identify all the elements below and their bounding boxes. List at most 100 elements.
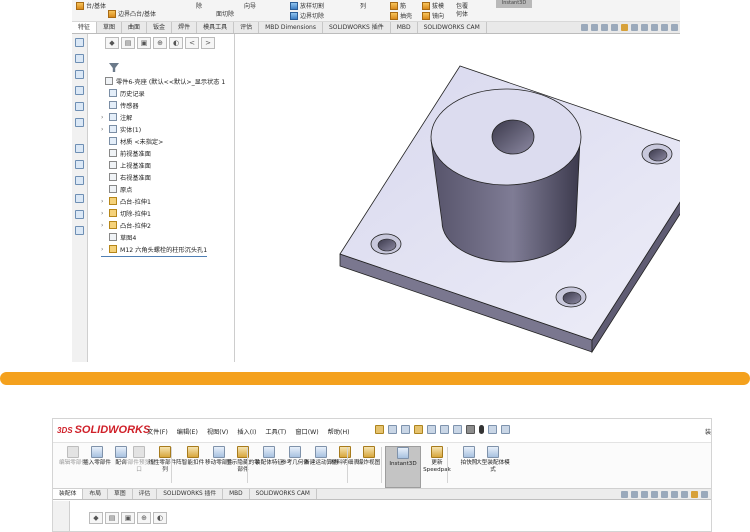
edit-appearance-icon[interactable]: [661, 24, 668, 31]
display-style-icon[interactable]: [641, 24, 648, 31]
monitor-icon[interactable]: [671, 24, 678, 31]
scroll-right-icon[interactable]: >: [201, 37, 215, 49]
task-icon[interactable]: [75, 70, 84, 79]
tab-evaluate[interactable]: 评估: [234, 22, 260, 33]
dimxpert-tab-icon[interactable]: ⊕: [153, 37, 167, 49]
task-icon[interactable]: [75, 210, 84, 219]
scroll-left-icon[interactable]: <: [185, 37, 199, 49]
display-manager-tab-icon[interactable]: ◐: [153, 512, 167, 524]
menu-help[interactable]: 帮助(H): [328, 427, 350, 436]
expand-arrow-icon[interactable]: ›: [101, 114, 106, 121]
tab-mbd[interactable]: MBD: [391, 22, 418, 33]
previous-view-icon[interactable]: [601, 24, 608, 31]
dimxpert-tab-icon[interactable]: ⊕: [137, 512, 151, 524]
tree-node[interactable]: 材质 <未指定>: [101, 135, 233, 147]
undo-icon[interactable]: [453, 425, 462, 434]
view-orientation-icon[interactable]: [661, 491, 668, 498]
tree-node[interactable]: 历史记录: [101, 87, 233, 99]
ribbon-item[interactable]: 放样切割: [290, 1, 324, 10]
ribbon-item[interactable]: 列: [360, 1, 366, 10]
tree-node[interactable]: 原点: [101, 183, 233, 195]
tree-node[interactable]: 上视基准面: [101, 159, 233, 171]
tree-node[interactable]: › M12 六角头螺栓的柱形沉头孔1: [101, 243, 233, 255]
ribbon-item[interactable]: 镜向: [422, 11, 444, 20]
zoom-area-icon[interactable]: [591, 24, 598, 31]
tab-sketch[interactable]: 草图: [97, 22, 123, 33]
section-view-icon[interactable]: [651, 491, 658, 498]
display-style-icon[interactable]: [671, 491, 678, 498]
monitor-icon[interactable]: [701, 491, 708, 498]
command-button[interactable]: Instant3D: [385, 446, 421, 488]
rollback-bar[interactable]: [101, 256, 207, 257]
ribbon-item[interactable]: 边界切除: [290, 11, 324, 20]
zoom-fit-icon[interactable]: [581, 24, 588, 31]
tab-solidworks-cam[interactable]: SOLIDWORKS CAM: [418, 22, 487, 33]
menu-window[interactable]: 窗口(W): [295, 427, 318, 436]
section-view-icon[interactable]: [611, 24, 618, 31]
expand-arrow-icon[interactable]: ›: [101, 222, 106, 229]
menu-edit[interactable]: 编辑(E): [177, 427, 198, 436]
pin-icon[interactable]: [375, 425, 384, 434]
menu-tools[interactable]: 工具(T): [265, 427, 286, 436]
view-orientation-icon[interactable]: [631, 24, 638, 31]
select-cursor-icon[interactable]: [466, 425, 475, 434]
tree-node[interactable]: 传感器: [101, 99, 233, 111]
ribbon-item[interactable]: 边界凸台/基体: [108, 9, 156, 18]
hide-show-icon[interactable]: [681, 491, 688, 498]
tab-mbd[interactable]: MBD: [223, 489, 250, 499]
traffic-light-icon[interactable]: [479, 425, 484, 434]
feature-manager-tab-icon[interactable]: ◆: [89, 512, 103, 524]
tree-node[interactable]: › 实体(1): [101, 123, 233, 135]
zoom-fit-icon[interactable]: [621, 491, 628, 498]
configuration-manager-tab-icon[interactable]: ▣: [121, 512, 135, 524]
tree-node[interactable]: › 凸台-拉伸2: [101, 219, 233, 231]
property-manager-tab-icon[interactable]: ▤: [121, 37, 135, 49]
ribbon-item[interactable]: 何体: [456, 9, 468, 18]
tab-sheet-metal[interactable]: 钣金: [147, 22, 173, 33]
save-icon[interactable]: [427, 425, 436, 434]
new-document-icon[interactable]: [401, 425, 410, 434]
task-icon[interactable]: [75, 144, 84, 153]
tab-surfaces[interactable]: 曲面: [122, 22, 148, 33]
tab-weldments[interactable]: 焊件: [172, 22, 198, 33]
expand-arrow-icon[interactable]: ›: [101, 246, 106, 253]
task-icon[interactable]: [75, 194, 84, 203]
tab-evaluate[interactable]: 评估: [133, 489, 158, 499]
tree-node[interactable]: 零件6-壳座 (默认<<默认>_显示状态 1: [97, 75, 233, 87]
edit-appearance-icon[interactable]: [691, 491, 698, 498]
print-icon[interactable]: [440, 425, 449, 434]
expand-arrow-icon[interactable]: ›: [101, 198, 106, 205]
task-icon[interactable]: [75, 102, 84, 111]
ribbon-item[interactable]: 台/基体: [76, 1, 106, 10]
task-icon[interactable]: [75, 38, 84, 47]
menu-insert[interactable]: 插入(I): [237, 427, 256, 436]
task-icon[interactable]: [75, 54, 84, 63]
ribbon-item[interactable]: 面切除: [216, 9, 234, 18]
filter-icon[interactable]: [109, 63, 119, 72]
instant3d-button[interactable]: Instant3D: [496, 0, 532, 8]
task-icon[interactable]: [75, 118, 84, 127]
ribbon-item[interactable]: 拔模: [422, 1, 444, 10]
expand-arrow-icon[interactable]: ›: [101, 126, 106, 133]
tab-mbd-dimensions[interactable]: MBD Dimensions: [259, 22, 323, 33]
ribbon-item[interactable]: 筋: [390, 1, 406, 10]
command-button[interactable]: 更新Speedpak: [419, 446, 455, 474]
command-button[interactable]: 大型装配体模式: [475, 446, 511, 474]
previous-view-icon[interactable]: [641, 491, 648, 498]
tab-features[interactable]: 特征: [72, 22, 98, 33]
task-icon[interactable]: [75, 226, 84, 235]
tab-sketch[interactable]: 草图: [108, 489, 133, 499]
task-icon[interactable]: [75, 86, 84, 95]
tab-layout[interactable]: 布局: [83, 489, 109, 499]
menu-view[interactable]: 视图(V): [207, 427, 228, 436]
home-icon[interactable]: [388, 425, 397, 434]
tree-node[interactable]: › 切除-拉伸1: [101, 207, 233, 219]
tree-node[interactable]: › 注解: [101, 111, 233, 123]
tab-solidworks-addins[interactable]: SOLIDWORKS 插件: [323, 22, 391, 33]
gear-icon[interactable]: [501, 425, 510, 434]
task-icon[interactable]: [75, 160, 84, 169]
tree-node[interactable]: › 凸台-拉伸1: [101, 195, 233, 207]
task-icon[interactable]: [75, 176, 84, 185]
tab-solidworks-addins[interactable]: SOLIDWORKS 插件: [157, 489, 224, 499]
display-manager-tab-icon[interactable]: ◐: [169, 37, 183, 49]
